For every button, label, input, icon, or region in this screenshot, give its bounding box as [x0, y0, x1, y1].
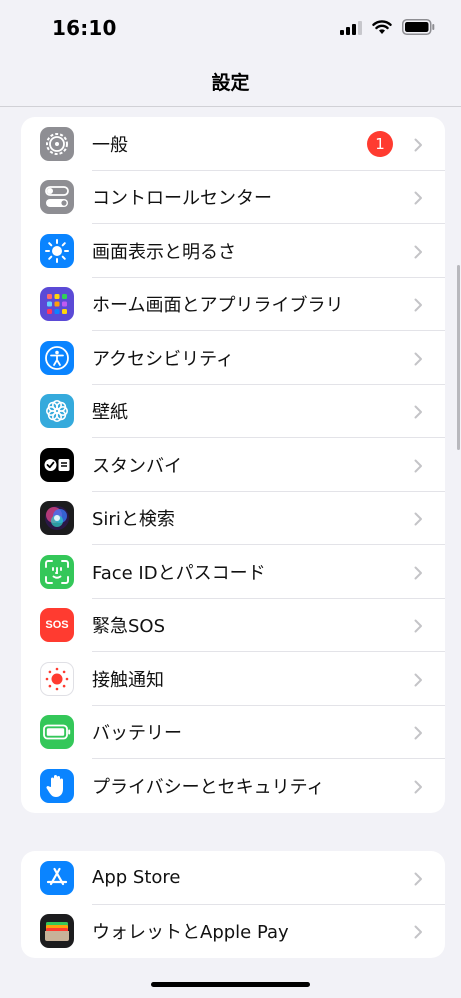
settings-row-exposure-notifications[interactable]: 接触通知 [21, 652, 445, 706]
chevron-right-icon [414, 871, 423, 890]
settings-row-label: 接触通知 [92, 669, 164, 691]
status-time: 16:10 [52, 16, 117, 40]
sun-icon [40, 233, 74, 268]
settings-row-accessibility[interactable]: アクセシビリティ [21, 331, 445, 385]
app-store-icon [40, 860, 74, 895]
settings-row-home-screen[interactable]: ホーム画面とアプリライブラリ [21, 278, 445, 332]
chevron-right-icon [414, 351, 423, 370]
chevron-right-icon [414, 672, 423, 691]
settings-row-siri[interactable]: Siriと検索 [21, 492, 445, 546]
settings-group-2: App Store ウォレットとApple Pay [21, 851, 445, 958]
chevron-right-icon [414, 924, 423, 943]
settings-row-label: 画面表示と明るさ [92, 241, 236, 263]
chevron-right-icon [414, 244, 423, 263]
settings-row-label: Siriと検索 [92, 509, 175, 531]
flower-icon [40, 394, 74, 429]
settings-row-label: スタンバイ [92, 455, 182, 477]
settings-row-label: バッテリー [92, 723, 182, 745]
chevron-right-icon [414, 190, 423, 209]
settings-group-1: 一般 1 コントロールセンター 画面表示と明るさ ホーム画面とアプリライブラリ … [21, 117, 445, 813]
settings-row-wallpaper[interactable]: 壁紙 [21, 385, 445, 439]
chevron-right-icon [414, 779, 423, 798]
gear-icon [40, 126, 74, 161]
settings-row-label: Face IDとパスコード [92, 562, 266, 584]
settings-row-label: ホーム画面とアプリライブラリ [92, 295, 344, 317]
settings-row-face-id[interactable]: Face IDとパスコード [21, 545, 445, 599]
standby-icon [40, 447, 74, 482]
status-icons [340, 19, 435, 39]
settings-row-label: 一般 [92, 134, 128, 156]
face-id-icon [40, 554, 74, 589]
settings-row-battery[interactable]: バッテリー [21, 706, 445, 760]
notification-badge: 1 [367, 130, 393, 157]
accessibility-icon [40, 340, 74, 375]
toggles-icon [40, 180, 74, 215]
hand-icon [40, 768, 74, 803]
settings-row-emergency-sos[interactable]: SOS 緊急SOS [21, 599, 445, 653]
home-indicator[interactable] [151, 982, 310, 987]
chevron-right-icon [414, 725, 423, 744]
settings-row-app-store[interactable]: App Store [21, 851, 445, 905]
settings-row-label: コントロールセンター [92, 188, 272, 210]
settings-row-standby[interactable]: スタンバイ [21, 438, 445, 492]
settings-row-control-center[interactable]: コントロールセンター [21, 171, 445, 225]
scroll-indicator[interactable] [457, 265, 460, 450]
settings-row-general[interactable]: 一般 1 [21, 117, 445, 171]
app-grid-icon [40, 287, 74, 322]
siri-icon [40, 501, 74, 536]
wifi-icon [372, 19, 392, 39]
settings-row-label: アクセシビリティ [92, 348, 235, 370]
navigation-bar: 設定 [0, 60, 461, 107]
sos-icon: SOS [40, 608, 74, 643]
exposure-icon [40, 661, 74, 696]
settings-row-wallet[interactable]: ウォレットとApple Pay [21, 905, 445, 959]
chevron-right-icon [414, 404, 423, 423]
settings-row-label: ウォレットとApple Pay [92, 922, 289, 944]
settings-row-label: 壁紙 [92, 402, 128, 424]
signal-icon [340, 20, 362, 39]
chevron-right-icon [414, 511, 423, 530]
settings-row-label: 緊急SOS [92, 616, 166, 638]
battery-setting-icon [40, 715, 74, 750]
settings-row-display[interactable]: 画面表示と明るさ [21, 224, 445, 278]
status-bar: 16:10 [0, 0, 461, 60]
settings-row-label: App Store [92, 867, 181, 889]
page-title: 設定 [211, 72, 250, 94]
settings-row-privacy[interactable]: プライバシーとセキュリティ [21, 759, 445, 813]
sos-icon-text: SOS [45, 619, 69, 632]
wallet-icon [40, 914, 74, 949]
chevron-right-icon [414, 458, 423, 477]
chevron-right-icon [414, 297, 423, 316]
chevron-right-icon [414, 565, 423, 584]
chevron-right-icon [414, 137, 423, 156]
chevron-right-icon [414, 618, 423, 637]
settings-row-label: プライバシーとセキュリティ [92, 776, 325, 798]
battery-icon [402, 19, 435, 39]
